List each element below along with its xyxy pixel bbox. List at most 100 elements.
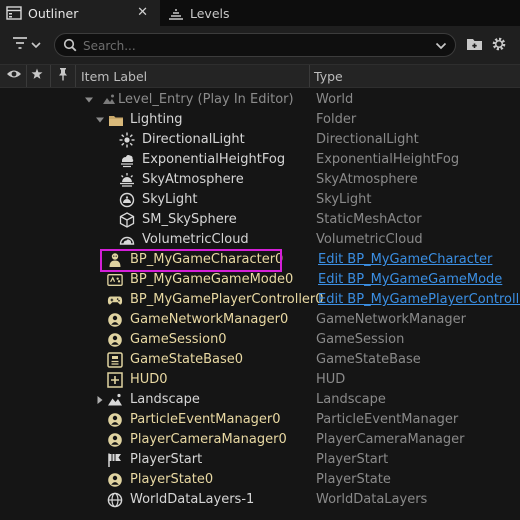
outliner-row[interactable]: HUD0 HUD — [0, 370, 520, 390]
item-type: World — [316, 92, 354, 107]
item-type: WorldDataLayers — [316, 492, 428, 507]
outliner-row[interactable]: ParticleEventManager0 ParticleEventManage… — [0, 410, 520, 430]
outliner-row[interactable]: DirectionalLight DirectionalLight — [0, 130, 520, 150]
item-label: SM_SkySphere — [142, 212, 237, 227]
outliner-row[interactable]: SkyAtmosphere SkyAtmosphere — [0, 170, 520, 190]
collapse-arrow-icon[interactable] — [95, 394, 105, 406]
world-data-layers-icon — [107, 492, 123, 508]
item-label: ParticleEventManager0 — [130, 412, 281, 427]
item-type: PlayerState — [316, 472, 391, 487]
item-label: PlayerStart — [130, 452, 203, 467]
world-icon — [101, 92, 117, 108]
hud-icon — [107, 372, 123, 388]
type-header-text: Type — [314, 68, 343, 84]
item-type: ParticleEventManager — [316, 412, 459, 427]
outliner-row[interactable]: SM_SkySphere StaticMeshActor — [0, 210, 520, 230]
item-label: HUD0 — [130, 372, 168, 387]
item-label: Level_Entry (Play In Editor) — [118, 92, 294, 107]
item-label-column-header[interactable]: Item Label — [81, 65, 147, 87]
item-label: BP_MyGameCharacter0 — [130, 252, 284, 267]
pin-icon — [57, 67, 69, 85]
filter-button[interactable] — [12, 36, 41, 54]
search-input[interactable] — [81, 37, 425, 55]
outliner-row[interactable]: PlayerCameraManager0 PlayerCameraManager — [0, 430, 520, 450]
outliner-row[interactable]: BP_MyGameCharacter0 Edit BP_MyGameCharact… — [0, 250, 520, 270]
item-label: GameSession0 — [130, 332, 227, 347]
item-type: VolumetricCloud — [316, 232, 423, 247]
item-label: GameNetworkManager0 — [130, 312, 289, 327]
pin-column-header[interactable] — [57, 65, 69, 87]
outliner-row[interactable]: GameSession0 GameSession — [0, 330, 520, 350]
item-label: BP_MyGameGameMode0 — [130, 272, 294, 287]
item-label: GameStateBase0 — [130, 352, 244, 367]
levels-icon — [168, 6, 184, 20]
outliner-tree: Level_Entry (Play In Editor) World Lightin… — [0, 88, 520, 520]
star-icon — [31, 68, 43, 84]
gear-icon[interactable] — [491, 36, 507, 56]
tab-outliner[interactable]: Outliner ✕ — [0, 0, 160, 26]
tab-levels-label: Levels — [190, 5, 230, 21]
expand-arrow-icon[interactable] — [84, 94, 94, 106]
item-type: PlayerStart — [316, 452, 389, 467]
eye-icon — [6, 68, 22, 84]
tab-outliner-label: Outliner — [28, 5, 79, 21]
outliner-row[interactable]: ExponentialHeightFog ExponentialHeightFog — [0, 150, 520, 170]
expand-arrow-icon[interactable] — [95, 114, 105, 126]
search-box[interactable] — [54, 33, 456, 57]
outliner-row[interactable]: VolumetricCloud VolumetricCloud — [0, 230, 520, 250]
item-label: SkyLight — [142, 192, 198, 207]
add-folder-icon[interactable] — [466, 36, 484, 56]
outliner-row[interactable]: BP_MyGameGameMode0 Edit BP_MyGameGameMode — [0, 270, 520, 290]
item-label: DirectionalLight — [142, 132, 245, 147]
item-label: VolumetricCloud — [142, 232, 249, 247]
outliner-row[interactable]: BP_MyGamePlayerController0 Edit BP_MyGame… — [0, 290, 520, 310]
search-options-chevron-icon[interactable] — [435, 40, 447, 55]
actor-icon — [107, 412, 123, 428]
edit-blueprint-link[interactable]: Edit BP_MyGameCharacter — [318, 251, 492, 269]
actor-icon — [107, 472, 123, 488]
item-label: PlayerCameraManager0 — [130, 432, 287, 447]
outliner-row[interactable]: SkyLight SkyLight — [0, 190, 520, 210]
outliner-row[interactable]: Lighting Folder — [0, 110, 520, 130]
item-label: Landscape — [130, 392, 200, 407]
favorite-column-header[interactable] — [31, 65, 43, 87]
item-type: DirectionalLight — [316, 132, 419, 147]
actor-icon — [107, 312, 123, 328]
item-label-header-text: Item Label — [81, 68, 148, 84]
directional-light-icon — [119, 132, 135, 148]
outliner-row[interactable]: WorldDataLayers-1 WorldDataLayers — [0, 490, 520, 510]
actor-icon — [107, 432, 123, 448]
item-label: WorldDataLayers-1 — [130, 492, 255, 507]
game-mode-icon — [107, 272, 123, 288]
search-icon — [63, 38, 77, 56]
visibility-column-header[interactable] — [6, 65, 22, 87]
item-label: SkyAtmosphere — [142, 172, 244, 187]
item-type: StaticMeshActor — [316, 212, 422, 227]
type-column-header[interactable]: Type — [314, 65, 343, 87]
volumetric-cloud-icon — [119, 232, 135, 248]
column-header: Item Label Type — [0, 64, 520, 88]
item-label: PlayerState0 — [130, 472, 214, 487]
edit-blueprint-link[interactable]: Edit BP_MyGameGameMode — [318, 271, 502, 289]
item-type: Landscape — [316, 392, 386, 407]
outliner-row[interactable]: GameNetworkManager0 GameNetworkManager — [0, 310, 520, 330]
outliner-row[interactable]: PlayerStart PlayerStart — [0, 450, 520, 470]
actor-icon — [107, 332, 123, 348]
item-type: ExponentialHeightFog — [316, 152, 460, 167]
outliner-row[interactable]: GameStateBase0 GameStateBase — [0, 350, 520, 370]
close-icon[interactable]: ✕ — [137, 5, 148, 20]
item-type: GameSession — [316, 332, 405, 347]
outliner-icon — [6, 6, 22, 20]
edit-blueprint-link[interactable]: Edit BP_MyGamePlayerController — [318, 291, 520, 309]
tab-levels[interactable]: Levels — [162, 0, 272, 26]
height-fog-icon — [119, 152, 135, 168]
gamepad-icon — [107, 292, 123, 308]
character-icon — [107, 252, 123, 268]
outliner-toolbar — [0, 26, 520, 64]
outliner-row[interactable]: PlayerState0 PlayerState — [0, 470, 520, 490]
item-label: BP_MyGamePlayerController0 — [130, 292, 324, 307]
item-label: Lighting — [130, 112, 183, 127]
outliner-row[interactable]: Level_Entry (Play In Editor) World — [0, 90, 520, 110]
sky-light-icon — [119, 192, 135, 208]
outliner-row[interactable]: Landscape Landscape — [0, 390, 520, 410]
